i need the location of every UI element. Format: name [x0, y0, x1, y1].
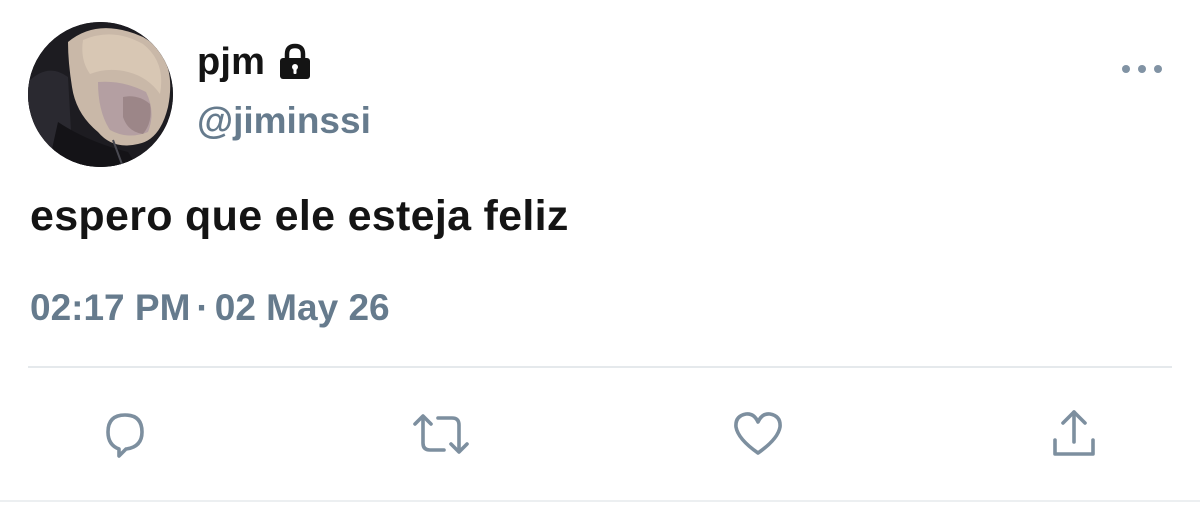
more-dot [1154, 65, 1162, 73]
avatar[interactable] [28, 22, 173, 167]
reply-button[interactable] [96, 405, 154, 463]
timestamp[interactable]: 02:17 PM · 02 May 26 [30, 287, 390, 329]
retweet-icon [410, 407, 472, 461]
tweet-text: espero que ele esteja feliz [30, 192, 569, 240]
tweet-time: 02:17 PM [30, 287, 191, 328]
display-name[interactable]: pjm [197, 41, 265, 84]
like-button[interactable] [729, 405, 787, 463]
reply-icon [98, 407, 152, 461]
more-dot [1122, 65, 1130, 73]
bottom-divider [0, 500, 1200, 502]
share-button[interactable] [1045, 405, 1103, 463]
like-icon [730, 407, 786, 461]
more-dot [1138, 65, 1146, 73]
divider [28, 366, 1172, 368]
handle[interactable]: @jiminssi [197, 100, 371, 142]
tweet-date: 02 May 26 [214, 287, 390, 328]
more-icon[interactable] [1122, 58, 1162, 80]
tweet-card: pjm @jiminssi espero que ele esteja feli… [0, 0, 1200, 519]
retweet-button[interactable] [412, 405, 470, 463]
share-icon [1047, 406, 1101, 462]
timestamp-separator: · [196, 287, 209, 328]
display-name-row: pjm [197, 38, 313, 86]
lock-icon [277, 43, 313, 81]
